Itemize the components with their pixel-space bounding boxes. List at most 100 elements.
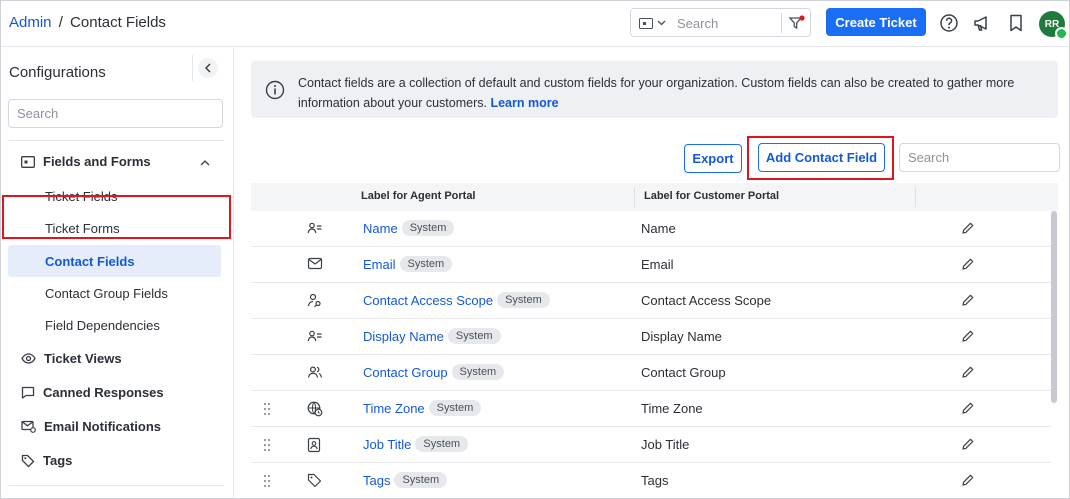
sidebar-item-contact-fields-label[interactable]: Contact Fields	[45, 254, 135, 269]
ticket-icon	[639, 17, 653, 29]
edit-icon[interactable]	[961, 473, 975, 490]
info-text: Contact fields are a collection of defau…	[298, 73, 1048, 113]
breadcrumb-admin-link[interactable]: Admin	[9, 14, 52, 31]
system-badge: System	[399, 256, 453, 272]
agent-label-cell: Contact Group System	[363, 364, 505, 380]
system-badge: System	[415, 436, 469, 452]
help-icon[interactable]	[939, 13, 959, 33]
table-row[interactable]: Job Title System Job Title	[251, 427, 1051, 463]
sidebar-item-email-notifications[interactable]: Email Notifications	[21, 419, 161, 434]
app-window: Admin / Contact Fields Search Create Tic…	[0, 0, 1070, 499]
edit-icon[interactable]	[961, 257, 975, 274]
table-row[interactable]: Time Zone System Time Zone	[251, 391, 1051, 427]
collapse-sidebar-button[interactable]	[192, 55, 222, 81]
sidebar-item-ticket-views[interactable]: Ticket Views	[21, 351, 122, 366]
filter-icon[interactable]	[788, 15, 805, 32]
system-badge: System	[497, 292, 550, 308]
sidebar-item-canned-responses[interactable]: Canned Responses	[21, 385, 164, 400]
sidebar: Configurations Search Fields and Forms T…	[1, 48, 234, 498]
customer-label-cell: Contact Access Scope	[641, 293, 772, 308]
table-row[interactable]: Name System Name	[251, 211, 1051, 247]
sidebar-item-label: Ticket Views	[44, 351, 122, 366]
sidebar-group-fields-and-forms[interactable]: Fields and Forms	[21, 154, 151, 169]
table-row[interactable]: Contact Group System Contact Group	[251, 355, 1051, 391]
create-ticket-button[interactable]: Create Ticket	[826, 8, 926, 36]
field-name-link[interactable]: Job Title	[363, 437, 411, 452]
breadcrumb-separator: /	[58, 14, 63, 31]
sidebar-item-label: Tags	[43, 453, 73, 468]
edit-icon[interactable]	[961, 365, 975, 382]
sidebar-item-label: Canned Responses	[43, 385, 164, 400]
field-name-link[interactable]: Contact Group	[363, 365, 448, 380]
export-button[interactable]: Export	[684, 144, 742, 173]
sidebar-item-tags[interactable]: Tags	[21, 453, 72, 468]
contact-card-icon	[307, 221, 323, 238]
edit-icon[interactable]	[961, 437, 975, 454]
agent-label-cell: Job Title System	[363, 436, 469, 452]
search-divider	[781, 13, 782, 33]
chevron-left-icon	[197, 58, 218, 78]
search-scope-selector[interactable]	[639, 16, 667, 30]
customer-label-cell: Name	[641, 221, 676, 236]
customer-label-cell: Tags	[641, 473, 669, 488]
field-name-link[interactable]: Display Name	[363, 329, 444, 344]
sidebar-title: Configurations	[9, 64, 106, 81]
sidebar-item-field-dependencies[interactable]: Field Dependencies	[45, 318, 160, 333]
drag-handle-icon[interactable]	[263, 438, 271, 455]
info-banner: Contact fields are a collection of defau…	[251, 61, 1058, 118]
agent-label-cell: Tags System	[363, 472, 448, 488]
drag-handle-icon[interactable]	[263, 402, 271, 419]
table-row[interactable]: Tags System Tags	[251, 463, 1051, 498]
user-key-icon	[307, 293, 323, 311]
contact-card-icon	[307, 329, 323, 346]
edit-icon[interactable]	[961, 329, 975, 346]
customer-label-cell: Display Name	[641, 329, 722, 344]
highlight-box-contact-fields	[2, 195, 231, 239]
table-row[interactable]: Contact Access Scope System Contact Access…	[251, 283, 1051, 319]
info-icon	[265, 80, 285, 100]
field-name-link[interactable]: Time Zone	[363, 401, 425, 416]
id-badge-icon	[307, 437, 321, 456]
highlight-box-add-contact-field	[747, 136, 894, 180]
customer-label-cell: Email	[641, 257, 674, 272]
column-header-agent-portal: Label for Agent Portal	[361, 190, 476, 202]
tag-icon	[307, 473, 322, 491]
system-badge: System	[394, 472, 448, 488]
agent-label-cell: Name System	[363, 220, 455, 236]
agent-label-cell: Time Zone System	[363, 400, 482, 416]
customer-label-cell: Time Zone	[641, 401, 703, 416]
column-separator	[634, 187, 635, 207]
system-badge: System	[401, 220, 455, 236]
system-badge: System	[447, 328, 501, 344]
column-separator	[915, 187, 916, 207]
fields-search-input[interactable]: Search	[899, 143, 1060, 172]
edit-icon[interactable]	[961, 221, 975, 238]
chevron-up-icon[interactable]	[200, 159, 210, 166]
customer-label-cell: Job Title	[641, 437, 690, 452]
edit-icon[interactable]	[961, 293, 975, 310]
system-badge: System	[428, 400, 482, 416]
table-row[interactable]: Email System Email	[251, 247, 1051, 283]
global-search-input[interactable]: Search	[677, 16, 718, 31]
sidebar-divider	[9, 485, 224, 486]
megaphone-icon[interactable]	[972, 13, 992, 33]
bookmark-icon[interactable]	[1006, 13, 1026, 33]
agent-label-cell: Email System	[363, 256, 453, 272]
field-name-link[interactable]: Email	[363, 257, 396, 272]
customer-label-cell: Contact Group	[641, 365, 726, 380]
learn-more-link[interactable]: Learn more	[490, 96, 558, 110]
global-search[interactable]: Search	[630, 8, 811, 37]
chat-icon	[21, 386, 35, 399]
mail-icon	[307, 257, 323, 273]
table-scrollbar[interactable]	[1051, 211, 1057, 403]
field-name-link[interactable]: Contact Access Scope	[363, 293, 493, 308]
sidebar-item-contact-group-fields[interactable]: Contact Group Fields	[45, 286, 168, 301]
sidebar-search-input[interactable]: Search	[8, 99, 223, 128]
field-name-link[interactable]: Tags	[363, 473, 390, 488]
drag-handle-icon[interactable]	[263, 474, 271, 491]
table-row[interactable]: Display Name System Display Name	[251, 319, 1051, 355]
edit-icon[interactable]	[961, 401, 975, 418]
field-name-link[interactable]: Name	[363, 221, 398, 236]
form-icon	[21, 155, 35, 168]
avatar[interactable]: RR	[1039, 11, 1068, 40]
